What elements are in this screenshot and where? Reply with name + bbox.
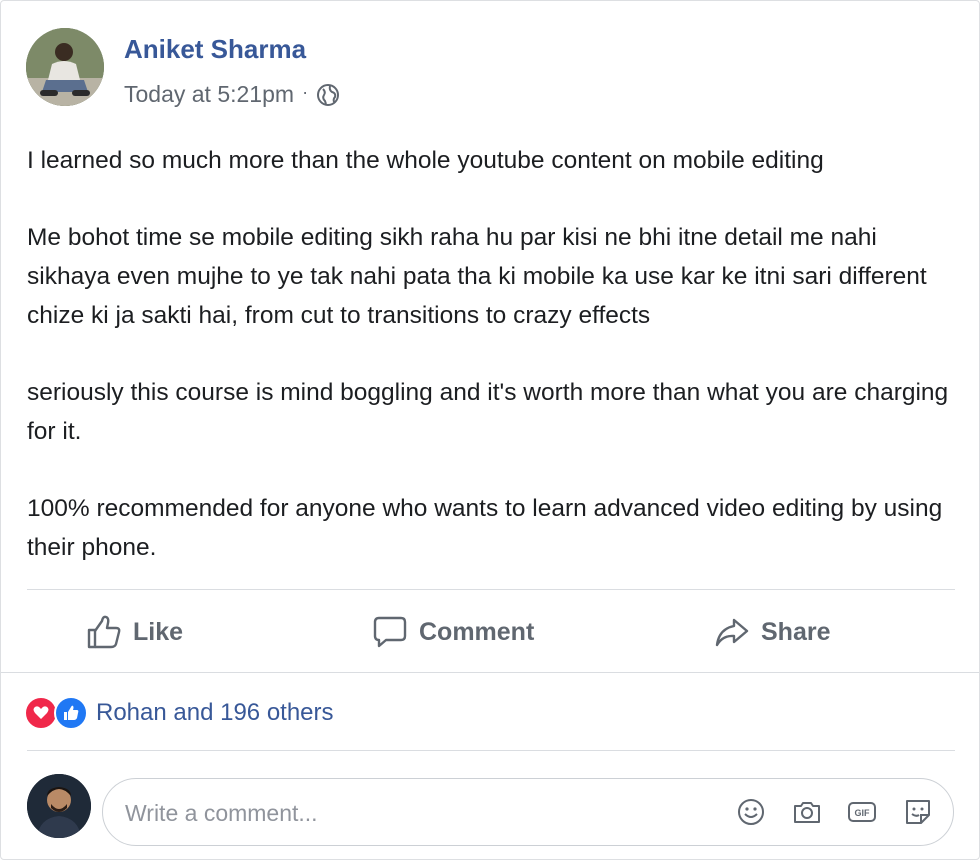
like-button[interactable]: Like bbox=[85, 599, 183, 665]
like-label: Like bbox=[133, 617, 184, 646]
divider bbox=[27, 589, 955, 590]
author-name[interactable]: Aniket Sharma bbox=[124, 34, 306, 65]
camera-icon[interactable] bbox=[791, 796, 823, 828]
love-reaction-icon bbox=[24, 696, 58, 730]
like-reaction-icon bbox=[54, 696, 88, 730]
emoji-icon[interactable] bbox=[735, 796, 767, 828]
author-avatar[interactable] bbox=[26, 28, 104, 106]
comment-input[interactable] bbox=[123, 779, 687, 847]
post-actions: Like Comment Share bbox=[27, 599, 955, 665]
comment-label: Comment bbox=[419, 617, 535, 646]
post-paragraph: Me bohot time se mobile editing sikh rah… bbox=[27, 224, 927, 329]
svg-text:GIF: GIF bbox=[855, 808, 871, 818]
sticker-icon[interactable] bbox=[902, 796, 934, 828]
globe-icon[interactable] bbox=[316, 83, 340, 107]
thumbs-up-icon bbox=[87, 615, 121, 649]
comment-box: GIF bbox=[102, 778, 954, 847]
gif-icon[interactable]: GIF bbox=[846, 796, 878, 828]
reaction-count[interactable]: Rohan and 196 others bbox=[96, 699, 334, 727]
share-button[interactable]: Share bbox=[713, 599, 830, 665]
divider bbox=[27, 750, 955, 751]
post-paragraph: 100% recommended for anyone who wants to… bbox=[27, 495, 943, 561]
share-label: Share bbox=[761, 617, 831, 646]
post-meta: Today at 5:21pm · bbox=[124, 81, 340, 108]
speech-bubble-icon bbox=[373, 616, 407, 648]
reaction-summary[interactable]: Rohan and 196 others bbox=[24, 696, 334, 730]
post-card: Aniket Sharma Today at 5:21pm · I learne… bbox=[0, 0, 980, 860]
meta-separator: · bbox=[302, 81, 309, 102]
post-timestamp[interactable]: Today at 5:21pm bbox=[124, 81, 294, 108]
divider bbox=[1, 672, 979, 673]
comment-button[interactable]: Comment bbox=[371, 599, 534, 665]
user-avatar bbox=[27, 774, 91, 838]
post-paragraph: I learned so much more than the whole yo… bbox=[27, 147, 824, 174]
post-paragraph: seriously this course is mind boggling a… bbox=[27, 379, 949, 445]
post-body: I learned so much more than the whole yo… bbox=[27, 141, 962, 567]
share-arrow-icon bbox=[715, 618, 749, 647]
